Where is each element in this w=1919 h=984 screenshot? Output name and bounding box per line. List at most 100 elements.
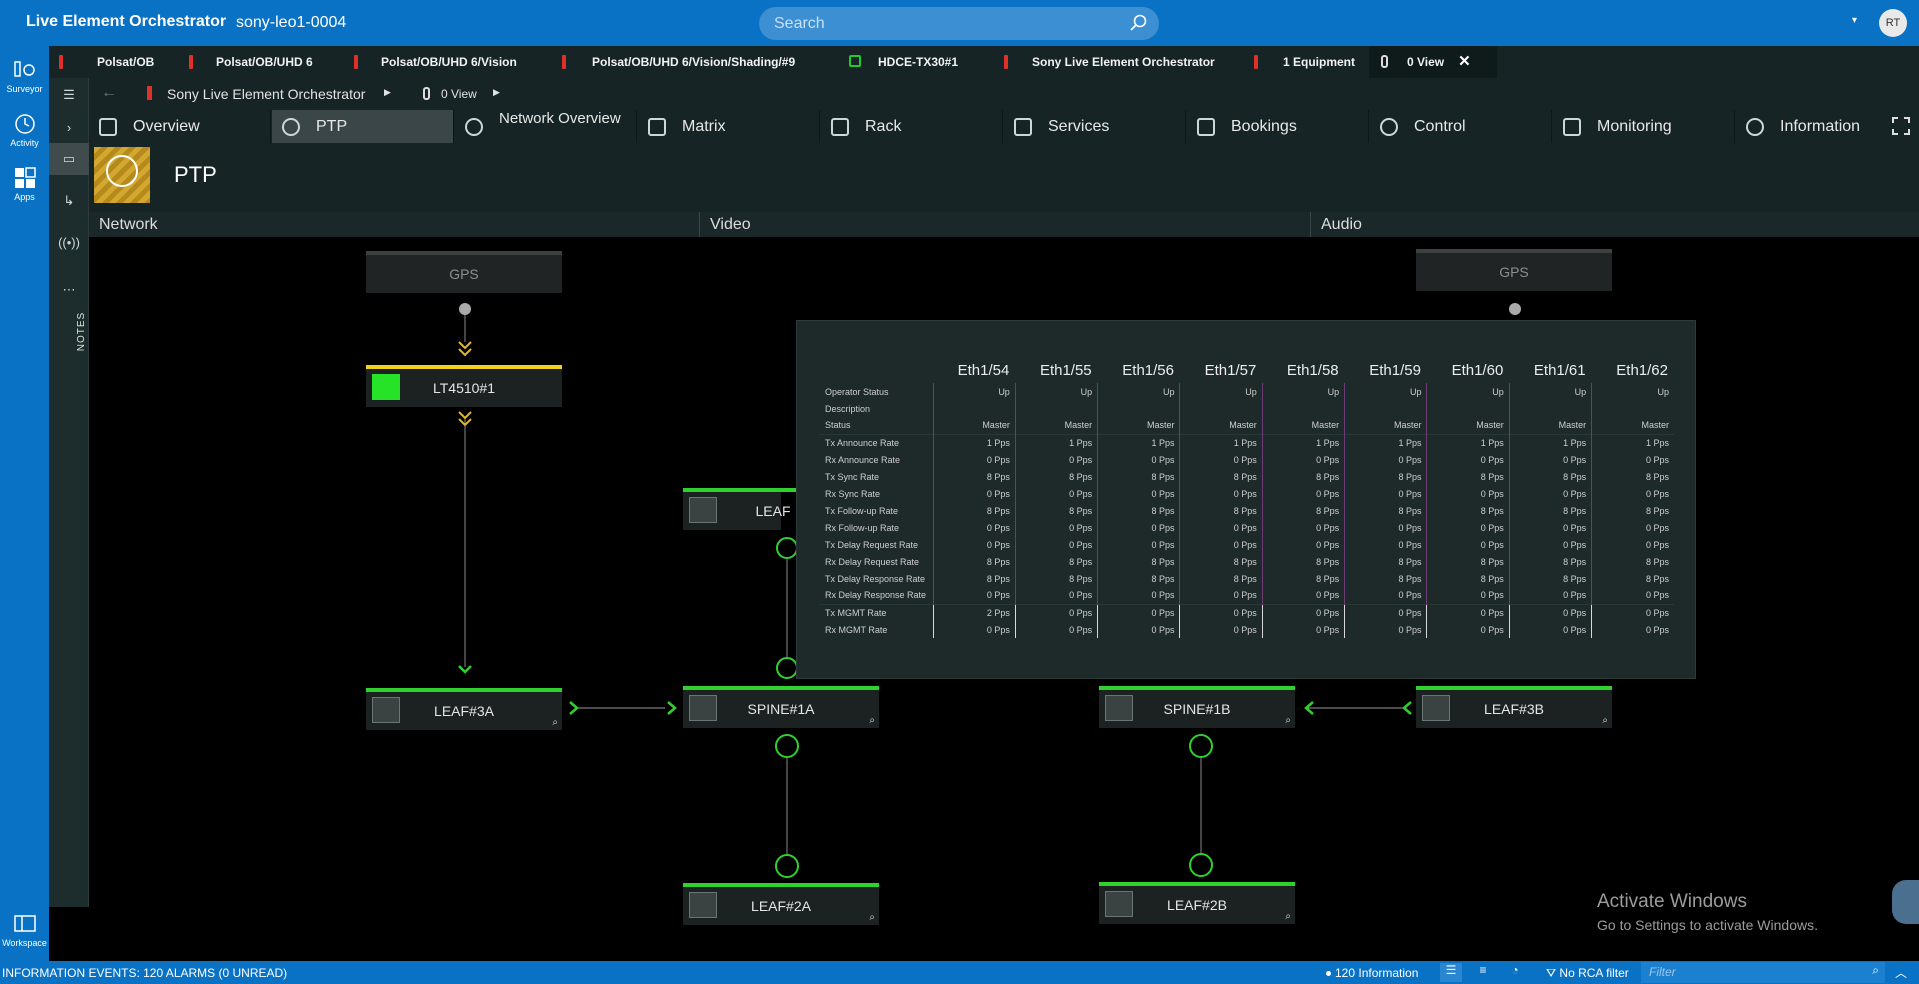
breadcrumb-arrow-icon[interactable]: ▶ — [493, 87, 500, 98]
table-cell: 8 Pps — [1591, 553, 1674, 570]
expand-chevron-icon[interactable]: › — [49, 111, 89, 143]
rca-filter[interactable]: ⛛ No RCA filter — [1546, 966, 1629, 981]
table-cell: 0 Pps — [1179, 485, 1263, 502]
rail-workspace[interactable]: Workspace — [0, 912, 49, 948]
tab-polsat-shading[interactable]: Polsat/OB/UHD 6/Vision/Shading/#9 — [554, 46, 844, 78]
nav-bookings[interactable]: Bookings — [1187, 110, 1369, 143]
table-cell: 0 Pps — [1261, 519, 1345, 536]
display-icon[interactable]: ▭ — [49, 143, 89, 175]
table-cell: 8 Pps — [1097, 553, 1180, 570]
node-leaf2a[interactable]: LEAF#2A ⌕ — [683, 883, 879, 925]
tab-polsat-ob[interactable]: Polsat/OB — [59, 46, 184, 78]
table-cell: Up — [1097, 383, 1180, 400]
table-cell: 0 Pps — [1426, 603, 1510, 621]
chevron-up-icon[interactable]: ︿ — [1895, 964, 1907, 981]
secondary-rail: ☰ › ▭ ↳ ((•)) ⋯ NOTES — [49, 46, 89, 907]
rack-icon — [831, 118, 849, 136]
node-leaf-partial[interactable]: LEAF — [683, 488, 879, 530]
nav-network-overview[interactable]: Network Overview — [455, 110, 637, 143]
table-cell: 0 Pps — [1014, 519, 1098, 536]
nav-overview[interactable]: Overview — [89, 110, 271, 143]
table-cell: 0 Pps — [1426, 519, 1510, 536]
tab-label: Sony Live Element Orchestrator — [1032, 55, 1215, 69]
events-summary[interactable]: INFORMATION EVENTS: 120 ALARMS (0 UNREAD… — [2, 966, 287, 980]
side-assistant-button[interactable] — [1892, 880, 1919, 924]
nav-monitoring[interactable]: Monitoring — [1553, 110, 1735, 143]
sort-icon[interactable]: ≡ — [1472, 963, 1494, 982]
tab-sony-leo[interactable]: Sony Live Element Orchestrator — [984, 46, 1244, 78]
table-cell: 8 Pps — [1179, 553, 1263, 570]
search-icon[interactable]: ⌕ — [1872, 963, 1879, 978]
table-cell: 0 Pps — [1344, 603, 1427, 621]
list-view-icon[interactable]: ☰ — [1440, 963, 1462, 982]
table-row: Tx Follow-up Rate 8 Pps 8 Pps 8 Pps 8 Pps 8 P… — [819, 502, 1674, 519]
breadcrumb-arrow-icon[interactable]: ▶ — [384, 87, 391, 98]
row-label: Rx Announce Rate — [825, 454, 901, 465]
breadcrumb-item[interactable]: Sony Live Element Orchestrator — [147, 86, 365, 102]
tab-polsat-uhd6[interactable]: Polsat/OB/UHD 6 — [184, 46, 329, 78]
node-spine1b[interactable]: SPINE#1B ⌕ — [1099, 686, 1295, 728]
rail-apps[interactable]: Apps — [0, 166, 49, 202]
tab-hdce[interactable]: HDCE-TX30#1 — [844, 46, 984, 78]
route-icon[interactable]: ↳ — [49, 185, 89, 217]
chevron-down-icon[interactable]: ▾ — [1852, 15, 1857, 26]
node-leaf3b[interactable]: LEAF#3B ⌕ — [1416, 686, 1612, 728]
section-audio[interactable]: Audio — [1311, 212, 1919, 237]
breadcrumb-item[interactable]: 0 View — [423, 87, 477, 101]
node-label: LEAF — [755, 503, 791, 519]
node-label: LEAF#3A — [434, 703, 494, 719]
table-cell: 8 Pps — [1344, 570, 1427, 587]
rail-surveyor[interactable]: Surveyor — [0, 58, 49, 94]
node-leaf2b[interactable]: LEAF#2B ⌕ — [1099, 882, 1295, 924]
table-cell: 1 Pps — [1591, 433, 1674, 451]
back-arrow-icon[interactable]: ← — [101, 84, 117, 102]
nav-control[interactable]: Control — [1370, 110, 1552, 143]
tab-polsat-vision[interactable]: Polsat/OB/UHD 6/Vision — [349, 46, 549, 78]
info-count[interactable]: 120 Information — [1326, 966, 1418, 980]
nav-services[interactable]: Services — [1004, 110, 1186, 143]
nav-matrix[interactable]: Matrix — [638, 110, 820, 143]
search-icon[interactable] — [1129, 13, 1149, 33]
table-cell — [1426, 400, 1510, 417]
fullscreen-icon[interactable] — [1892, 117, 1910, 135]
nav-information[interactable]: Information — [1736, 110, 1918, 143]
table-cell: 8 Pps — [1508, 468, 1592, 485]
search-icon[interactable]: ⌕ — [1285, 715, 1291, 726]
table-cell: 0 Pps — [1508, 603, 1592, 621]
broadcast-icon[interactable]: ((•)) — [49, 226, 89, 258]
filter-placeholder: Filter — [1649, 965, 1676, 979]
node-spine1a[interactable]: SPINE#1A ⌕ — [683, 686, 879, 728]
network-icon — [465, 118, 483, 136]
close-icon[interactable]: ✕ — [1458, 53, 1471, 70]
node-gps-right[interactable]: GPS — [1416, 249, 1612, 291]
table-cell: 1 Pps — [1097, 433, 1180, 451]
search-icon[interactable]: ⌕ — [1602, 715, 1608, 726]
nav-ptp[interactable]: PTP — [272, 110, 454, 143]
notes-label[interactable]: NOTES — [76, 312, 87, 351]
section-network[interactable]: Network — [89, 212, 700, 237]
node-gps-left[interactable]: GPS — [366, 251, 562, 293]
more-icon[interactable]: ⋯ — [49, 274, 89, 306]
search-icon[interactable]: ⌕ — [1285, 911, 1291, 922]
section-video[interactable]: Video — [700, 212, 1311, 237]
search-input[interactable]: Search — [759, 7, 1159, 40]
node-lt4510[interactable]: LT4510#1 — [366, 365, 562, 407]
search-icon[interactable]: ⌕ — [869, 715, 875, 726]
search-icon[interactable]: ⌕ — [552, 717, 558, 728]
hamburger-icon[interactable]: ☰ — [49, 79, 89, 111]
nav-rack[interactable]: Rack — [821, 110, 1003, 143]
tab-red-icon — [1004, 55, 1008, 69]
table-cell: 8 Pps — [1426, 468, 1510, 485]
table-cell: 1 Pps — [932, 433, 1016, 451]
table-cell: 8 Pps — [1097, 502, 1180, 519]
node-leaf3a[interactable]: LEAF#3A ⌕ — [366, 688, 562, 730]
row-label: Rx Sync Rate — [825, 488, 881, 499]
avatar[interactable]: RT — [1879, 9, 1907, 37]
table-cell: 0 Pps — [1344, 519, 1427, 536]
pie-chart-icon[interactable]: ◔ — [1504, 963, 1526, 982]
tab-0-view[interactable]: 0 View ✕ — [1369, 46, 1497, 78]
table-cell: 0 Pps — [1097, 485, 1180, 502]
rail-activity[interactable]: Activity — [0, 112, 49, 148]
filter-input[interactable]: Filter ⌕ — [1641, 962, 1885, 983]
search-icon[interactable]: ⌕ — [869, 912, 875, 923]
